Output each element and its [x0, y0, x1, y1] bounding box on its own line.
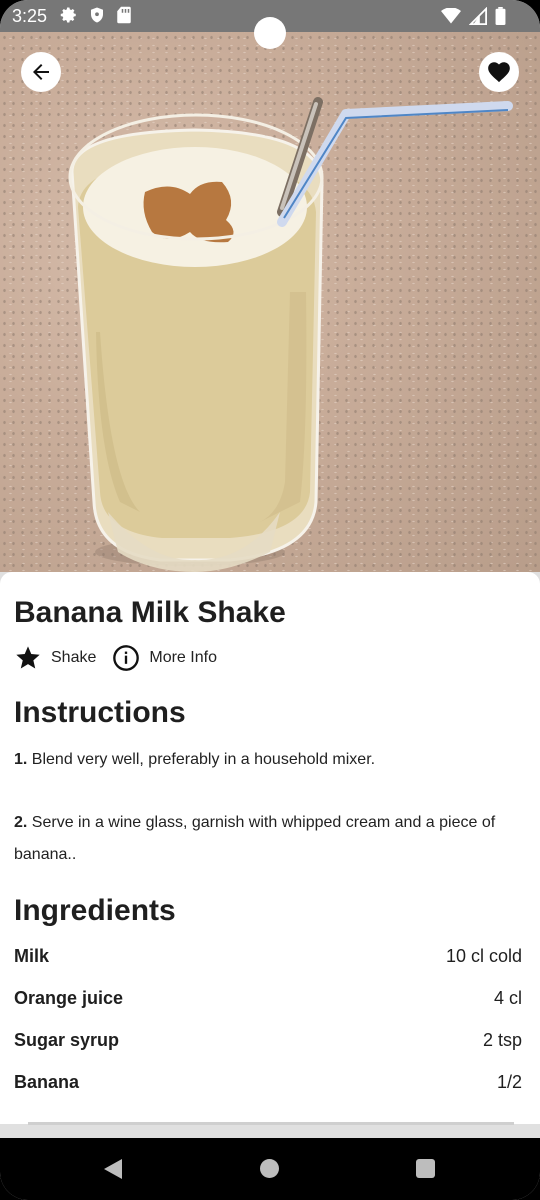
- more-info-label: More Info: [149, 649, 217, 666]
- category-label: Shake: [51, 649, 97, 666]
- drink-details-card: Banana Milk Shake Shake More Info Instru…: [0, 572, 540, 1124]
- star-icon: [16, 646, 40, 669]
- step-text: Serve in a wine glass, garnish with whip…: [14, 814, 496, 863]
- signal-icon: [469, 7, 487, 25]
- category-chip: Shake: [14, 644, 96, 672]
- ingredient-name: Banana: [14, 1072, 80, 1092]
- ingredient-row: Sugar syrup 2 tsp: [14, 1030, 522, 1051]
- ingredient-measure: 2 tsp: [482, 1030, 522, 1050]
- battery-icon: [495, 7, 506, 25]
- ingredient-row: Orange juice 4 cl: [14, 988, 522, 1009]
- nav-recents-icon[interactable]: [416, 1159, 435, 1178]
- drink-title: Banana Milk Shake: [14, 596, 286, 629]
- instruction-step: 1. Blend very well, preferably in a hous…: [14, 744, 526, 776]
- ingredient-measure: 1/2: [496, 1072, 522, 1092]
- ingredient-measure: 10 cl cold: [445, 946, 522, 966]
- drink-image: [0, 32, 540, 572]
- heart-icon: [488, 62, 510, 83]
- app-screen: 3:25 Banana Milk Shake Shake More Info I…: [0, 0, 540, 1200]
- scroll-edge-divider: [28, 1122, 514, 1125]
- nav-back-icon[interactable]: [103, 1158, 123, 1180]
- status-left-icons: [60, 6, 132, 24]
- favorite-button[interactable]: [479, 52, 519, 92]
- milkshake-illustration: [68, 97, 513, 572]
- ingredient-name: Milk: [14, 946, 50, 966]
- more-info-button[interactable]: More Info: [112, 644, 217, 672]
- wifi-icon: [441, 8, 461, 24]
- status-time: 3:25: [12, 6, 48, 26]
- step-text: Blend very well, preferably in a househo…: [31, 751, 376, 768]
- system-nav-bar: [0, 1138, 540, 1200]
- step-number: 1.: [14, 751, 28, 768]
- gear-icon: [60, 7, 76, 23]
- back-button[interactable]: [21, 52, 61, 92]
- ingredient-name: Orange juice: [14, 988, 124, 1008]
- shield-icon: [91, 7, 103, 23]
- ingredient-measure: 4 cl: [493, 988, 522, 1008]
- step-number: 2.: [14, 814, 28, 831]
- sd-card-icon: [117, 6, 131, 24]
- instruction-step: 2. Serve in a wine glass, garnish with w…: [14, 807, 526, 871]
- instructions-heading: Instructions: [14, 696, 186, 729]
- info-icon: [113, 645, 140, 671]
- ingredient-name: Sugar syrup: [14, 1030, 120, 1050]
- ingredient-row: Banana 1/2: [14, 1072, 522, 1093]
- ingredient-row: Milk 10 cl cold: [14, 946, 522, 967]
- camera-cutout: [254, 17, 286, 49]
- status-right-icons: [441, 7, 506, 25]
- arrow-left-icon: [33, 64, 49, 80]
- nav-home-icon[interactable]: [260, 1159, 279, 1178]
- drink-meta-row: Shake More Info: [14, 644, 233, 672]
- ingredients-heading: Ingredients: [14, 894, 176, 927]
